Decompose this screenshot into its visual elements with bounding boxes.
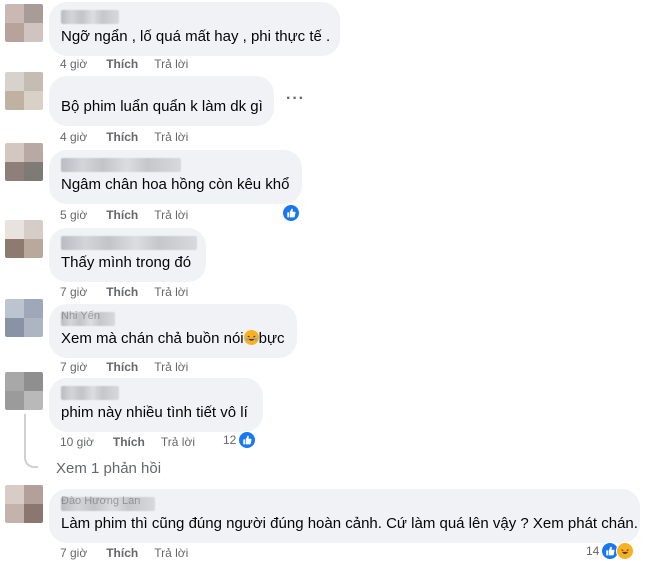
reply-button[interactable]: Trả lời [154,360,188,374]
comment-actions: 10 giờ Thích Trả lời [60,435,195,449]
comment-text-part: bực [258,330,285,347]
comment-time[interactable]: 10 giờ [60,435,94,449]
like-button[interactable]: Thích [106,57,138,71]
reaction-summary[interactable]: 14 [586,542,635,560]
reply-button[interactable]: Trả lời [154,546,188,560]
like-button[interactable]: Thích [106,208,138,222]
comment-actions: 4 giờ Thích Trả lời [60,130,188,144]
comment-text: Ngỡ ngẩn , lố quá mất hay , phi thực tế … [61,28,331,45]
comment-text: Làm phim thì cũng đúng người đúng hoàn c… [61,515,638,532]
author-name: Nhi Yến [61,310,100,322]
comment-time[interactable]: 7 giờ [60,546,87,560]
author-name-redacted[interactable] [61,10,119,24]
comment-bubble: Bộ phim luẩn quẩn k làm dk gì [49,76,274,126]
comment-bubble: Ngâm chân hoa hồng còn kêu khổ [49,150,302,204]
reaction-count: 14 [586,544,600,558]
comment-feed: Ngỡ ngẩn , lố quá mất hay , phi thực tế … [0,0,663,569]
comment-time[interactable]: 4 giờ [60,57,87,71]
comment-time[interactable]: 7 giờ [60,285,87,299]
avatar[interactable] [5,143,43,181]
comment-bubble: phim này nhiều tình tiết vô lí [49,378,263,432]
comment-bubble: Ngỡ ngẩn , lố quá mất hay , phi thực tế … [49,2,340,56]
view-replies-link[interactable]: Xem 1 phản hồi [56,460,161,477]
thread-line [24,414,26,456]
reply-button[interactable]: Trả lời [154,285,188,299]
reply-button[interactable]: Trả lời [154,130,188,144]
comment-text: Xem mà chán chả buồn nói bực [61,329,285,349]
comment-actions: 5 giờ Thích Trả lời [60,208,188,222]
author-name-redacted[interactable] [61,386,119,400]
reaction-summary[interactable]: 12 [223,431,257,449]
reaction-count: 12 [223,433,237,447]
comment-actions: 7 giờ Thích Trả lời [60,285,188,299]
author-row: Nhi Yến [61,310,285,326]
author-name: Đào Hương Lan [61,495,141,507]
comment-text: Thấy mình trong đó [61,254,192,271]
like-button[interactable]: Thích [106,130,138,144]
comment-bubble: Nhi Yến Xem mà chán chả buồn nói bực [49,304,297,358]
comment-time[interactable]: 4 giờ [60,130,87,144]
comment-text: phim này nhiều tình tiết vô lí [61,404,248,421]
comment-actions: 7 giờ Thích Trả lời [60,360,188,374]
avatar[interactable] [5,4,43,42]
thread-connector [24,456,38,468]
author-name-redacted[interactable] [61,236,197,250]
avatar[interactable] [5,299,43,337]
reply-button[interactable]: Trả lời [161,435,195,449]
comment-bubble: Đào Hương Lan Làm phim thì cũng đúng ngư… [49,489,640,543]
rofl-emoji-icon [243,330,259,345]
comment-actions: 7 giờ Thích Trả lời [60,546,188,560]
avatar[interactable] [5,485,43,523]
author-row: Đào Hương Lan [61,495,628,511]
avatar[interactable] [5,220,43,258]
comment-text: Bộ phim luẩn quẩn k làm dk gì [61,98,263,115]
more-options-icon[interactable]: ··· [286,90,305,108]
comment-text: Ngâm chân hoa hồng còn kêu khổ [61,176,290,193]
like-reaction-icon [238,431,257,449]
author-name-redacted[interactable] [61,158,181,172]
like-button[interactable]: Thích [106,285,138,299]
comment-text-part: Xem mà chán chả buồn nói [61,330,244,347]
reaction-summary[interactable] [282,204,300,222]
comment-time[interactable]: 5 giờ [60,208,87,222]
comment-time[interactable]: 7 giờ [60,360,87,374]
like-button[interactable]: Thích [106,546,138,560]
like-button[interactable]: Thích [113,435,145,449]
avatar[interactable] [5,372,43,410]
reply-button[interactable]: Trả lời [154,57,188,71]
haha-reaction-icon [616,542,635,560]
like-button[interactable]: Thích [106,360,138,374]
comment-bubble: Thấy mình trong đó [49,228,206,282]
comment-actions: 4 giờ Thích Trả lời [60,57,188,71]
reply-button[interactable]: Trả lời [154,208,188,222]
avatar[interactable] [5,72,43,110]
like-reaction-icon [282,204,300,222]
